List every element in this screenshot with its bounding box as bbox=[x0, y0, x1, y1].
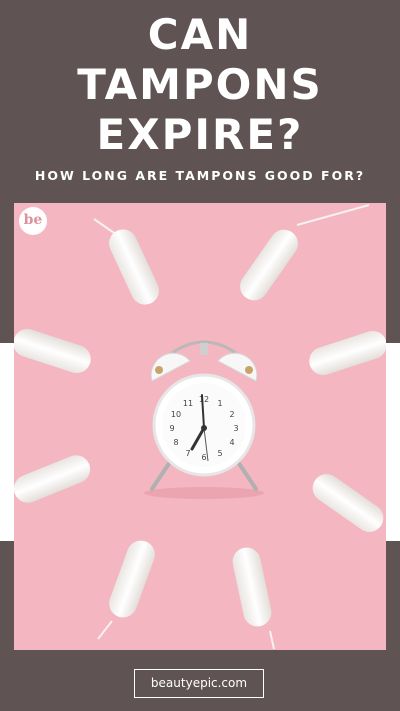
site-link-button[interactable]: beautyepic.com bbox=[134, 669, 264, 698]
tampons-and-clock-illustration: 12 1 2 3 4 5 6 7 8 9 10 11 bbox=[14, 203, 386, 650]
title-line-3: EXPIRE? bbox=[96, 110, 304, 159]
brand-logo: be bbox=[19, 207, 47, 235]
subtitle: HOW LONG ARE TAMPONS GOOD FOR? bbox=[34, 168, 366, 183]
title-line-2: TAMPONS bbox=[77, 60, 323, 109]
clock-number: 5 bbox=[217, 449, 222, 458]
clock-number: 2 bbox=[229, 410, 234, 419]
clock-number: 3 bbox=[233, 424, 238, 433]
clock-number: 10 bbox=[171, 410, 181, 419]
hero-photo: 12 1 2 3 4 5 6 7 8 9 10 11 be bbox=[14, 203, 386, 650]
right-white-strip bbox=[386, 343, 400, 541]
clock-number: 7 bbox=[185, 449, 190, 458]
clock-number: 6 bbox=[201, 453, 206, 462]
clock-number: 11 bbox=[183, 399, 193, 408]
clock-number: 8 bbox=[173, 438, 178, 447]
clock-number: 4 bbox=[229, 438, 234, 447]
clock-number: 9 bbox=[169, 424, 174, 433]
clock-number: 1 bbox=[217, 399, 222, 408]
left-white-strip bbox=[0, 343, 14, 541]
title-line-1: CAN bbox=[147, 10, 253, 59]
clock-number: 12 bbox=[199, 395, 209, 404]
